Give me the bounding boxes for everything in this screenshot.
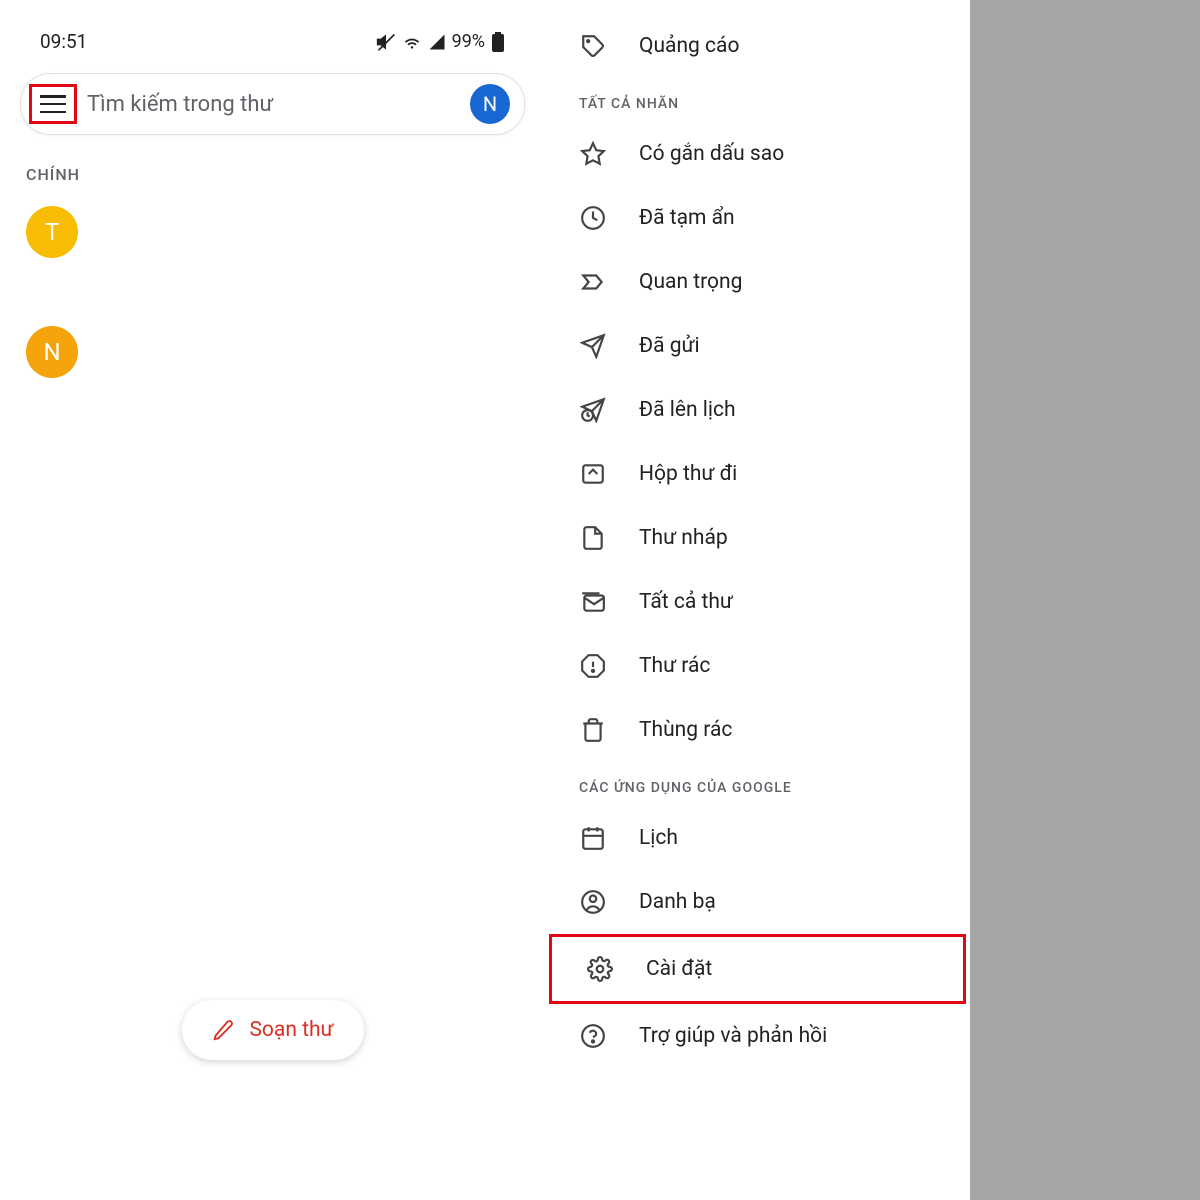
- hamburger-icon[interactable]: [40, 95, 66, 113]
- search-placeholder[interactable]: Tìm kiếm trong thư: [87, 92, 470, 117]
- pencil-icon: [211, 1019, 233, 1041]
- drawer-outbox[interactable]: Hộp thư đi: [545, 442, 970, 506]
- battery-icon: [491, 32, 505, 52]
- drawer-header-labels: TẤT CẢ NHÃN: [545, 78, 970, 122]
- signal-icon: [428, 33, 446, 51]
- tag-icon: [579, 32, 607, 60]
- section-primary: CHÍNH: [26, 165, 545, 184]
- file-icon: [579, 524, 607, 552]
- wifi-icon: [402, 32, 422, 52]
- mute-icon: [376, 32, 396, 52]
- sender-avatar-n[interactable]: N: [26, 326, 78, 378]
- left-screenshot: 09:51 99% Tìm kiếm trong thư N CHÍNH T N…: [0, 0, 545, 1200]
- clock-icon: [579, 204, 607, 232]
- search-bar[interactable]: Tìm kiếm trong thư N: [20, 73, 525, 135]
- person-icon: [579, 888, 607, 916]
- battery-percent: 99%: [452, 31, 485, 52]
- send-icon: [579, 332, 607, 360]
- drawer-trash[interactable]: Thùng rác: [545, 698, 970, 762]
- drawer-help[interactable]: Trợ giúp và phản hồi: [545, 1004, 970, 1068]
- allmail-icon: [579, 588, 607, 616]
- dim-background: N 21 Th5 h thi... ...☆ gle 20 Th5 iết l.…: [970, 0, 1200, 1200]
- drawer-header-apps: CÁC ỨNG DỤNG CỦA GOOGLE: [545, 762, 970, 806]
- spam-icon: [579, 652, 607, 680]
- sender-avatar-t[interactable]: T: [26, 206, 78, 258]
- profile-avatar[interactable]: N: [470, 84, 510, 124]
- important-icon: [579, 268, 607, 296]
- drawer-snoozed[interactable]: Đã tạm ẩn: [545, 186, 970, 250]
- status-time: 09:51: [40, 30, 87, 53]
- right-screenshot: N 21 Th5 h thi... ...☆ gle 20 Th5 iết l.…: [545, 0, 1200, 1200]
- drawer-drafts[interactable]: Thư nháp: [545, 506, 970, 570]
- drawer-sent[interactable]: Đã gửi: [545, 314, 970, 378]
- help-icon: [579, 1022, 607, 1050]
- drawer-starred[interactable]: Có gắn dấu sao: [545, 122, 970, 186]
- hamburger-highlight: [29, 84, 77, 124]
- outbox-icon: [579, 460, 607, 488]
- drawer-contacts[interactable]: Danh bạ: [545, 870, 970, 934]
- compose-button[interactable]: Soạn thư: [181, 1000, 363, 1060]
- status-icons: 99%: [376, 31, 505, 52]
- gear-icon: [586, 955, 614, 983]
- drawer-important[interactable]: Quan trọng: [545, 250, 970, 314]
- drawer-spam[interactable]: Thư rác: [545, 634, 970, 698]
- drawer-calendar[interactable]: Lịch: [545, 806, 970, 870]
- calendar-icon: [579, 824, 607, 852]
- drawer-settings[interactable]: Cài đặt: [549, 934, 966, 1004]
- star-icon: [579, 140, 607, 168]
- status-bar: 09:51 99%: [0, 0, 545, 58]
- drawer-allmail[interactable]: Tất cả thư: [545, 570, 970, 634]
- drawer-promo[interactable]: Quảng cáo: [545, 14, 970, 78]
- compose-label: Soạn thư: [249, 1018, 333, 1042]
- drawer-scheduled[interactable]: Đã lên lịch: [545, 378, 970, 442]
- nav-drawer: Quảng cáo TẤT CẢ NHÃN Có gắn dấu sao Đã …: [545, 0, 970, 1200]
- scheduled-icon: [579, 396, 607, 424]
- email-list: T N: [26, 206, 545, 378]
- trash-icon: [579, 716, 607, 744]
